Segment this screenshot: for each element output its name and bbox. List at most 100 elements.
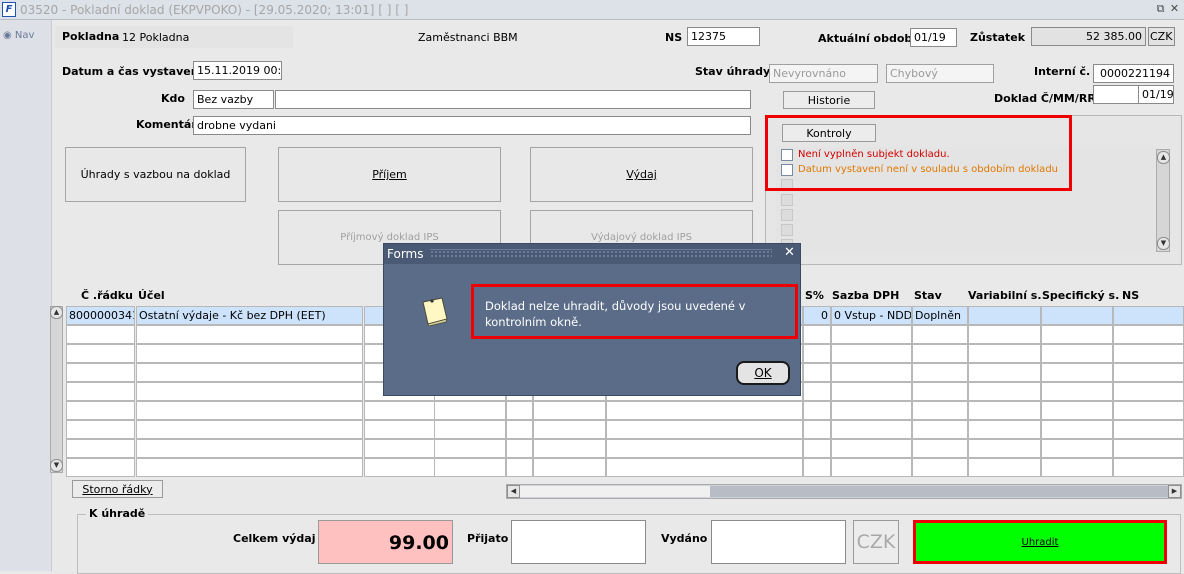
- table-cell[interactable]: [831, 439, 912, 458]
- storno-button[interactable]: Storno řádky: [72, 480, 163, 498]
- table-cell[interactable]: [912, 382, 968, 401]
- table-cell-row1[interactable]: [1113, 306, 1184, 325]
- uhradit-button[interactable]: Uhradit: [913, 520, 1167, 564]
- table-cell[interactable]: [1041, 401, 1113, 420]
- table-cell[interactable]: [912, 363, 968, 382]
- table-cell[interactable]: [136, 420, 363, 439]
- table-cell-row1[interactable]: [1041, 306, 1113, 325]
- table-cell[interactable]: [533, 439, 606, 458]
- table-cell[interactable]: [364, 420, 435, 439]
- table-cell[interactable]: [66, 325, 135, 344]
- table-cell[interactable]: [831, 458, 912, 477]
- table-cell[interactable]: [912, 344, 968, 363]
- table-cell[interactable]: [968, 325, 1041, 344]
- table-cell[interactable]: [136, 344, 363, 363]
- table-cell[interactable]: [831, 325, 912, 344]
- table-cell[interactable]: [506, 401, 533, 420]
- table-cell[interactable]: [364, 458, 435, 477]
- table-cell[interactable]: [803, 325, 831, 344]
- table-cell[interactable]: [912, 420, 968, 439]
- table-cell[interactable]: [136, 401, 363, 420]
- table-cell[interactable]: [66, 458, 135, 477]
- table-cell[interactable]: [803, 363, 831, 382]
- table-cell[interactable]: [136, 325, 363, 344]
- table-cell[interactable]: [136, 458, 363, 477]
- table-cell[interactable]: [912, 325, 968, 344]
- table-cell[interactable]: [912, 401, 968, 420]
- table-cell[interactable]: [506, 439, 533, 458]
- table-cell[interactable]: [1041, 420, 1113, 439]
- table-cell[interactable]: [1113, 458, 1184, 477]
- prijato-field[interactable]: [511, 520, 646, 564]
- table-cell[interactable]: [66, 363, 135, 382]
- vydano-field[interactable]: [711, 520, 846, 564]
- table-cell[interactable]: [364, 439, 435, 458]
- table-cell[interactable]: [968, 439, 1041, 458]
- table-cell-row1[interactable]: Ostatní výdaje - Kč bez DPH (EET): [136, 306, 363, 325]
- table-cell[interactable]: [364, 401, 435, 420]
- restore-icon[interactable]: ⧉: [1154, 2, 1167, 16]
- scroll-thumb[interactable]: [710, 486, 1168, 497]
- table-cell[interactable]: [803, 439, 831, 458]
- table-cell[interactable]: [1041, 325, 1113, 344]
- table-cell[interactable]: [66, 344, 135, 363]
- close-icon[interactable]: ✕: [1168, 2, 1181, 16]
- table-cell[interactable]: [1113, 344, 1184, 363]
- table-cell[interactable]: [831, 363, 912, 382]
- table-cell[interactable]: [1041, 439, 1113, 458]
- table-cell[interactable]: [533, 401, 606, 420]
- table-cell[interactable]: [968, 363, 1041, 382]
- table-cell[interactable]: [136, 363, 363, 382]
- table-cell[interactable]: [136, 439, 363, 458]
- table-cell[interactable]: [606, 401, 803, 420]
- table-cell[interactable]: [434, 439, 506, 458]
- table-cell[interactable]: [66, 382, 135, 401]
- table-cell[interactable]: [606, 458, 803, 477]
- table-cell[interactable]: [803, 458, 831, 477]
- table-cell[interactable]: [1113, 382, 1184, 401]
- table-cell[interactable]: [912, 458, 968, 477]
- nav-toggle[interactable]: ◉ Nav: [3, 30, 34, 41]
- table-cell[interactable]: [506, 420, 533, 439]
- table-cell[interactable]: [1041, 458, 1113, 477]
- table-cell[interactable]: [803, 420, 831, 439]
- table-cell[interactable]: [831, 382, 912, 401]
- table-cell-row1[interactable]: 0: [803, 306, 831, 325]
- table-cell[interactable]: [533, 458, 606, 477]
- scroll-right-icon[interactable]: ▶: [1168, 485, 1181, 498]
- table-cell[interactable]: [1041, 363, 1113, 382]
- table-cell[interactable]: [968, 420, 1041, 439]
- currency-button[interactable]: CZK: [853, 520, 899, 564]
- table-cell[interactable]: [831, 401, 912, 420]
- table-cell[interactable]: [434, 420, 506, 439]
- table-cell[interactable]: [1113, 401, 1184, 420]
- table-cell[interactable]: [66, 401, 135, 420]
- table-cell[interactable]: [803, 344, 831, 363]
- table-cell[interactable]: [1113, 363, 1184, 382]
- table-cell-row1[interactable]: Doplněn: [912, 306, 968, 325]
- table-cell[interactable]: [434, 401, 506, 420]
- table-cell[interactable]: [831, 420, 912, 439]
- table-cell[interactable]: [968, 344, 1041, 363]
- table-cell[interactable]: [1041, 344, 1113, 363]
- scroll-left-icon[interactable]: ◀: [507, 485, 520, 498]
- table-cell[interactable]: [803, 401, 831, 420]
- dialog-close-icon[interactable]: ✕: [784, 245, 795, 260]
- table-cell[interactable]: [533, 420, 606, 439]
- ok-button[interactable]: OK: [736, 361, 790, 385]
- table-cell-row1[interactable]: [968, 306, 1041, 325]
- table-cell-row1[interactable]: 0 Vstup - NDD: [831, 306, 912, 325]
- table-cell-row1[interactable]: 8000000341: [66, 306, 135, 325]
- table-cell[interactable]: [434, 458, 506, 477]
- table-cell[interactable]: [1113, 420, 1184, 439]
- table-cell[interactable]: [506, 458, 533, 477]
- table-cell[interactable]: [66, 420, 135, 439]
- table-cell[interactable]: [803, 382, 831, 401]
- table-cell[interactable]: [1041, 382, 1113, 401]
- table-cell[interactable]: [831, 344, 912, 363]
- table-cell[interactable]: [606, 420, 803, 439]
- table-cell[interactable]: [1113, 325, 1184, 344]
- table-cell[interactable]: [1113, 439, 1184, 458]
- table-cell[interactable]: [968, 382, 1041, 401]
- table-cell[interactable]: [968, 401, 1041, 420]
